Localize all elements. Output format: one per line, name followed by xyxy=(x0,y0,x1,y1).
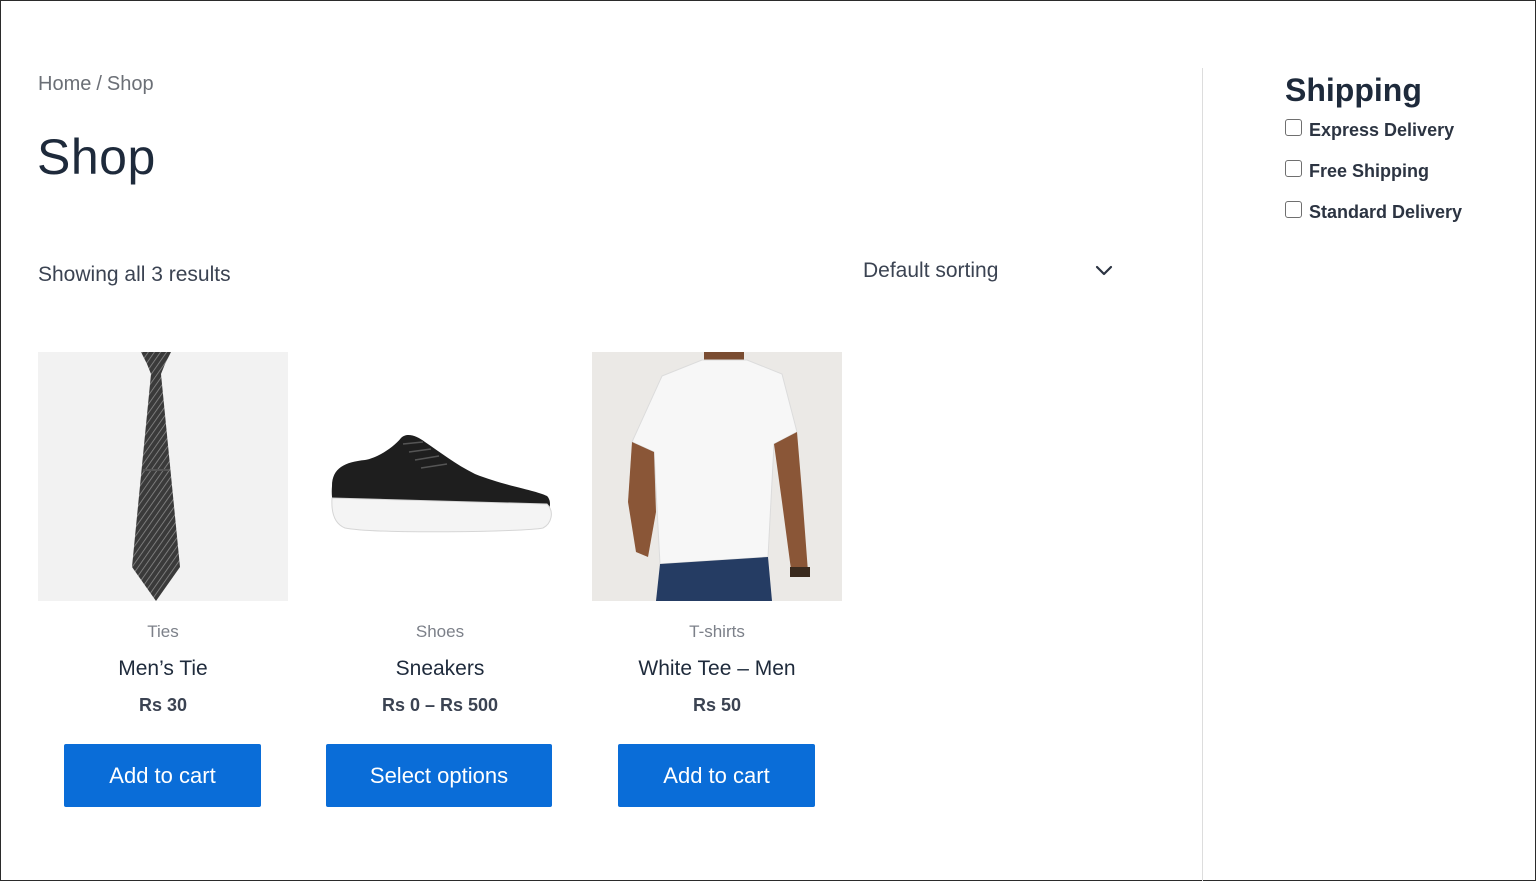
breadcrumb: Home / Shop xyxy=(38,73,154,96)
sidebar-title: Shipping xyxy=(1285,72,1422,108)
filter-option-label: Express Delivery xyxy=(1309,120,1455,140)
product-title[interactable]: Men’s Tie xyxy=(38,657,288,681)
shipping-filter-sidebar: Shipping Express Delivery Free Shipping … xyxy=(1285,70,1462,233)
chevron-down-icon xyxy=(1095,265,1113,276)
product-price: Rs 30 xyxy=(138,695,188,715)
filter-option-express-delivery[interactable]: Express Delivery xyxy=(1285,110,1462,151)
product-card: Shoes Sneakers Rs 0 – Rs 500 Select opti… xyxy=(315,352,565,807)
result-count: Showing all 3 results xyxy=(38,263,231,286)
sorting-select[interactable]: Default sorting xyxy=(856,250,1124,292)
product-title[interactable]: White Tee – Men xyxy=(592,657,842,681)
product-image-white-tshirt-man[interactable] xyxy=(592,352,842,601)
select-options-button[interactable]: Select options xyxy=(326,744,552,807)
sidebar-divider xyxy=(1202,68,1203,881)
filter-option-label: Standard Delivery xyxy=(1309,202,1463,222)
free-shipping-checkbox[interactable] xyxy=(1285,160,1302,177)
standard-delivery-checkbox[interactable] xyxy=(1285,201,1302,218)
breadcrumb-current: Shop xyxy=(106,73,154,95)
sorting-selected-value: Default sorting xyxy=(863,259,999,282)
product-title[interactable]: Sneakers xyxy=(315,657,565,681)
product-category: Ties xyxy=(147,622,179,641)
product-price: Rs 50 xyxy=(692,695,742,715)
breadcrumb-home-link[interactable]: Home xyxy=(38,73,91,95)
product-category: Shoes xyxy=(415,622,465,641)
add-to-cart-button[interactable]: Add to cart xyxy=(64,744,261,807)
add-to-cart-button[interactable]: Add to cart xyxy=(618,744,815,807)
filter-option-standard-delivery[interactable]: Standard Delivery xyxy=(1285,192,1462,233)
product-card: Ties Men’s Tie Rs 30 Add to cart xyxy=(38,352,288,807)
product-price: Rs 0 – Rs 500 xyxy=(381,695,499,715)
product-image-necktie[interactable] xyxy=(38,352,288,601)
filter-option-label: Free Shipping xyxy=(1309,161,1430,181)
product-category: T-shirts xyxy=(689,622,745,641)
express-delivery-checkbox[interactable] xyxy=(1285,119,1302,136)
page-title: Shop xyxy=(37,129,156,185)
breadcrumb-separator: / xyxy=(96,73,102,95)
filter-option-free-shipping[interactable]: Free Shipping xyxy=(1285,151,1462,192)
product-card: T-shirts White Tee – Men Rs 50 Add to ca… xyxy=(592,352,842,807)
product-image-black-sneaker[interactable] xyxy=(315,352,565,601)
